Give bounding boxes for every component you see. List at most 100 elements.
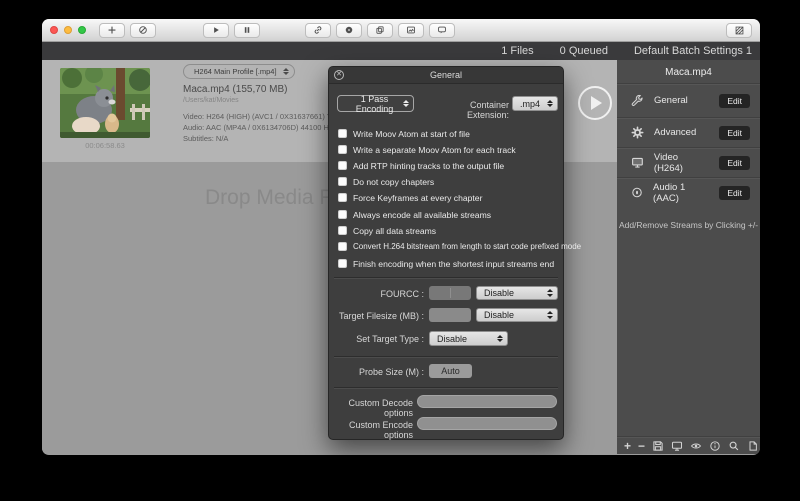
checkbox[interactable] bbox=[338, 226, 347, 235]
sidebar-toolbar: + − bbox=[617, 436, 760, 454]
save-settings-button[interactable] bbox=[652, 440, 664, 452]
wrench-icon bbox=[631, 94, 644, 107]
add-file-button[interactable] bbox=[99, 23, 125, 38]
checkbox-row[interactable]: Convert H.264 bitstream from length to s… bbox=[338, 241, 581, 252]
target-filesize-field[interactable] bbox=[429, 308, 471, 322]
checkbox[interactable] bbox=[338, 210, 347, 219]
minimize-window-button[interactable] bbox=[64, 26, 72, 34]
edit-general-button[interactable]: Edit bbox=[719, 94, 750, 108]
plus-icon bbox=[107, 25, 117, 35]
display-settings-button[interactable] bbox=[671, 440, 683, 452]
checkbox-row[interactable]: Do not copy chapters bbox=[338, 176, 434, 187]
custom-encode-field[interactable] bbox=[417, 417, 557, 430]
checkbox[interactable] bbox=[338, 161, 347, 170]
toggle-pattern-button[interactable] bbox=[726, 23, 752, 38]
checkbox[interactable] bbox=[338, 259, 347, 268]
set-target-type-select[interactable]: Disable bbox=[429, 331, 508, 346]
add-stream-button[interactable]: + bbox=[624, 441, 631, 451]
sidebar-item-general[interactable]: General Edit bbox=[617, 83, 760, 117]
file-path: /Users/kat/Movies bbox=[183, 97, 239, 104]
screenshot-canvas: 1 Files 0 Queued Default Batch Settings … bbox=[0, 0, 800, 501]
set-target-type-label: Set Target Type : bbox=[329, 334, 424, 344]
container-extension-select[interactable]: .mp4 bbox=[512, 96, 558, 111]
search-button[interactable] bbox=[728, 440, 740, 452]
duplicate-button[interactable] bbox=[367, 23, 393, 38]
save-icon bbox=[652, 440, 664, 452]
document-button[interactable] bbox=[747, 440, 759, 452]
fourcc-mode-select[interactable]: Disable bbox=[476, 286, 558, 300]
start-encoding-button[interactable] bbox=[203, 23, 229, 38]
checkbox[interactable] bbox=[338, 242, 347, 251]
display-icon bbox=[631, 156, 644, 169]
zoom-window-button[interactable] bbox=[78, 26, 86, 34]
play-icon bbox=[591, 96, 602, 110]
sidebar-file-title: Maca.mp4 bbox=[617, 67, 760, 78]
sidebar-item-video[interactable]: Video (H264) Edit bbox=[617, 147, 760, 177]
record-button[interactable] bbox=[336, 23, 362, 38]
chat-icon bbox=[437, 25, 447, 35]
audio-icon bbox=[631, 186, 643, 199]
info-icon bbox=[709, 440, 721, 452]
panel-title-bar[interactable]: ✕ General bbox=[329, 67, 563, 84]
probe-size-label: Probe Size (M) : bbox=[329, 367, 424, 377]
sidebar-item-label: Audio 1 (AAC) bbox=[653, 182, 709, 204]
fourcc-field[interactable] bbox=[429, 286, 471, 300]
stepper-icon bbox=[547, 100, 553, 108]
general-settings-panel: ✕ General 1 Pass Encoding Container Exte… bbox=[328, 66, 564, 440]
custom-decode-field[interactable] bbox=[417, 395, 557, 408]
image-icon bbox=[406, 25, 416, 35]
checkbox[interactable] bbox=[338, 193, 347, 202]
audio-info: Audio: AAC (MP4A / 0X6134706D) 44100 HZ bbox=[183, 123, 334, 132]
edit-video-button[interactable]: Edit bbox=[719, 156, 750, 170]
checkbox-row[interactable]: Always encode all available streams bbox=[338, 209, 491, 220]
link-icon bbox=[313, 25, 323, 35]
file-name: Maca.mp4 (155,70 MB) bbox=[183, 84, 288, 95]
checkbox-row[interactable]: Finish encoding when the shortest input … bbox=[338, 258, 554, 269]
info-button[interactable] bbox=[709, 440, 721, 452]
batch-settings-label[interactable]: Default Batch Settings 1 bbox=[634, 45, 752, 57]
checkbox-row[interactable]: Write a separate Moov Atom for each trac… bbox=[338, 144, 516, 155]
close-window-button[interactable] bbox=[50, 26, 58, 34]
app-window: 1 Files 0 Queued Default Batch Settings … bbox=[42, 19, 760, 455]
preset-select[interactable]: H264 Main Profile [.mp4] bbox=[183, 64, 295, 79]
log-window-button[interactable] bbox=[429, 23, 455, 38]
checkbox-row[interactable]: Force Keyframes at every chapter bbox=[338, 192, 482, 203]
target-filesize-mode-select[interactable]: Disable bbox=[476, 308, 558, 322]
edit-audio-button[interactable]: Edit bbox=[719, 186, 750, 200]
checkbox[interactable] bbox=[338, 129, 347, 138]
search-icon bbox=[728, 440, 740, 452]
link-streams-button[interactable] bbox=[305, 23, 331, 38]
checkbox[interactable] bbox=[338, 177, 347, 186]
sidebar-item-audio[interactable]: Audio 1 (AAC) Edit bbox=[617, 177, 760, 207]
panel-title: General bbox=[329, 70, 563, 80]
fourcc-label: FOURCC : bbox=[329, 289, 424, 299]
cancel-button[interactable] bbox=[130, 23, 156, 38]
edit-advanced-button[interactable]: Edit bbox=[719, 126, 750, 140]
pass-encoding-select[interactable]: 1 Pass Encoding bbox=[337, 95, 414, 112]
stepper-icon bbox=[403, 100, 409, 108]
record-icon bbox=[344, 25, 354, 35]
plus-icon: + bbox=[624, 441, 631, 451]
pause-icon bbox=[242, 25, 252, 35]
preview-play-button[interactable] bbox=[578, 86, 612, 120]
traffic-lights bbox=[50, 26, 86, 34]
checkbox-row[interactable]: Copy all data streams bbox=[338, 225, 436, 236]
probe-size-auto-button[interactable]: Auto bbox=[429, 364, 472, 378]
sidebar-item-advanced[interactable]: Advanced Edit bbox=[617, 117, 760, 147]
sidebar-item-label: Advanced bbox=[654, 127, 696, 138]
pause-encoding-button[interactable] bbox=[234, 23, 260, 38]
display-icon bbox=[671, 440, 683, 452]
remove-stream-button[interactable]: − bbox=[638, 441, 645, 451]
checkbox[interactable] bbox=[338, 145, 347, 154]
file-thumbnail[interactable] bbox=[60, 68, 150, 138]
eye-icon bbox=[690, 440, 702, 452]
copy-icon bbox=[375, 25, 385, 35]
checkbox-row[interactable]: Write Moov Atom at start of file bbox=[338, 128, 470, 139]
gear-icon bbox=[631, 126, 644, 139]
preview-button[interactable] bbox=[690, 440, 702, 452]
play-icon bbox=[211, 25, 221, 35]
window-toolbar bbox=[42, 19, 760, 42]
checkbox-row[interactable]: Add RTP hinting tracks to the output fil… bbox=[338, 160, 504, 171]
preview-image-button[interactable] bbox=[398, 23, 424, 38]
prohibit-icon bbox=[138, 25, 148, 35]
